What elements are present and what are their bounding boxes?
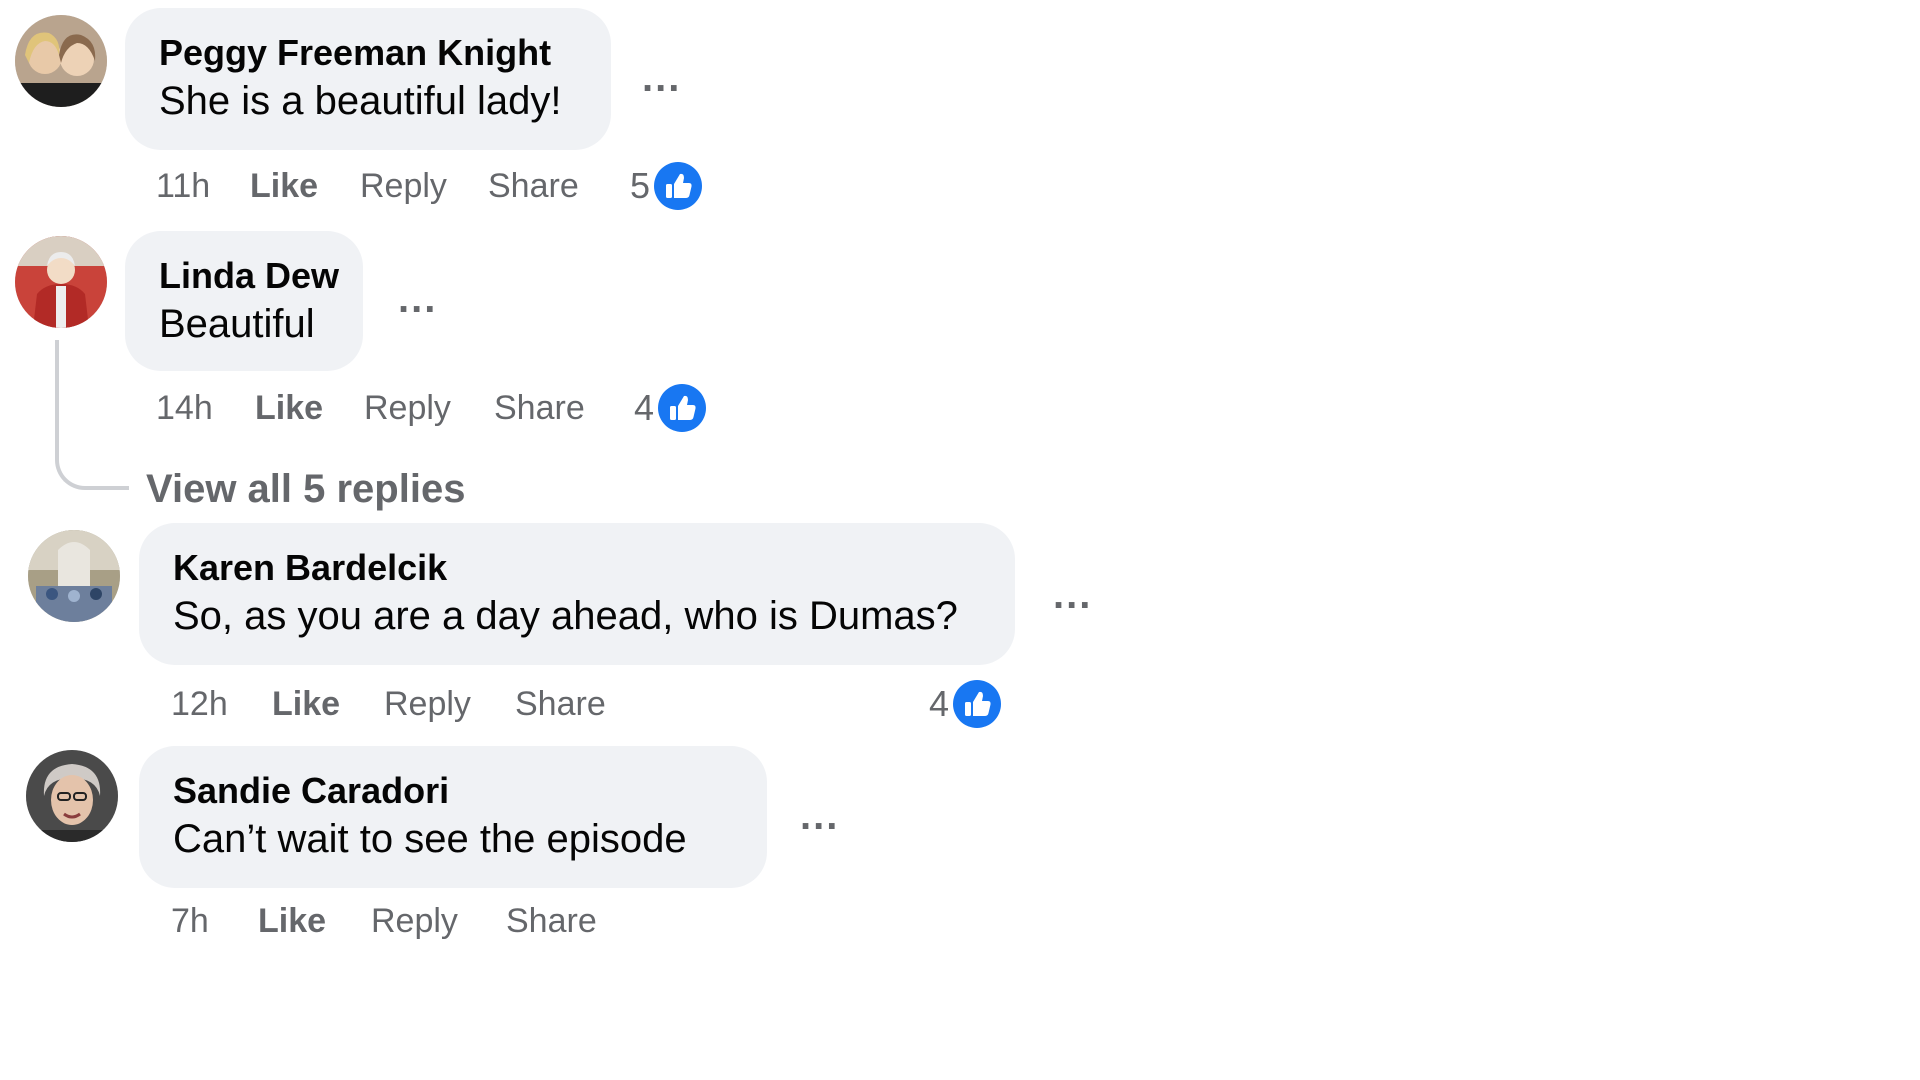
reply-thread-connector: [55, 340, 129, 490]
reaction-summary[interactable]: 4: [634, 384, 707, 432]
comment-timestamp[interactable]: 12h: [171, 680, 228, 728]
more-options-icon[interactable]: ...: [1053, 575, 1092, 615]
comment-author[interactable]: Sandie Caradori: [173, 768, 733, 814]
reply-button[interactable]: Reply: [364, 384, 451, 432]
comment-bubble: Karen Bardelcik So, as you are a day ahe…: [139, 523, 1015, 665]
like-button[interactable]: Like: [272, 680, 340, 728]
comment-timestamp[interactable]: 14h: [156, 384, 213, 432]
like-button[interactable]: Like: [258, 897, 326, 945]
share-button[interactable]: Share: [488, 162, 579, 210]
like-button[interactable]: Like: [250, 162, 318, 210]
comment-timestamp[interactable]: 11h: [156, 162, 210, 210]
comment-actions: 11h Like Reply Share 5: [156, 162, 716, 210]
reply-button[interactable]: Reply: [384, 680, 471, 728]
comment-bubble: Peggy Freeman Knight She is a beautiful …: [125, 8, 611, 150]
reaction-count: 5: [630, 165, 651, 206]
share-button[interactable]: Share: [494, 384, 585, 432]
more-options-icon[interactable]: ...: [800, 796, 839, 836]
share-button[interactable]: Share: [515, 680, 606, 728]
reaction-summary[interactable]: 4: [929, 680, 1002, 728]
comment-timestamp[interactable]: 7h: [171, 897, 209, 945]
comment-text: So, as you are a day ahead, who is Dumas…: [173, 594, 958, 638]
reply-button[interactable]: Reply: [371, 897, 458, 945]
like-thumb-icon: [658, 384, 707, 432]
share-button[interactable]: Share: [506, 897, 597, 945]
like-thumb-icon: [953, 680, 1002, 728]
reaction-summary[interactable]: 5: [630, 162, 703, 210]
comment-bubble: Linda Dew Beautiful: [125, 231, 363, 371]
view-replies-link[interactable]: View all 5 replies: [146, 464, 465, 514]
like-thumb-icon: [654, 162, 703, 210]
avatar[interactable]: [15, 15, 107, 107]
avatar[interactable]: [15, 236, 107, 328]
comment-actions: 14h Like Reply Share 4: [156, 384, 716, 432]
comment-author[interactable]: Linda Dew: [159, 253, 339, 299]
comment-actions: 7h Like Reply Share: [171, 897, 731, 945]
avatar[interactable]: [26, 750, 118, 842]
more-options-icon[interactable]: ...: [398, 279, 437, 319]
comment-bubble: Sandie Caradori Can’t wait to see the ep…: [139, 746, 767, 888]
comment-text: Can’t wait to see the episode: [173, 817, 687, 861]
reply-button[interactable]: Reply: [360, 162, 447, 210]
comments-section: Peggy Freeman Knight She is a beautiful …: [0, 0, 1920, 1080]
comment-author[interactable]: Peggy Freeman Knight: [159, 30, 577, 76]
more-options-icon[interactable]: ...: [642, 58, 681, 98]
reaction-count: 4: [929, 683, 950, 724]
avatar[interactable]: [28, 530, 120, 622]
comment-text: Beautiful: [159, 302, 315, 346]
comment-text: She is a beautiful lady!: [159, 79, 562, 123]
comment-author[interactable]: Karen Bardelcik: [173, 545, 981, 591]
reaction-count: 4: [634, 387, 655, 428]
like-button[interactable]: Like: [255, 384, 323, 432]
comment-actions: 12h Like Reply Share 4: [171, 680, 1031, 728]
